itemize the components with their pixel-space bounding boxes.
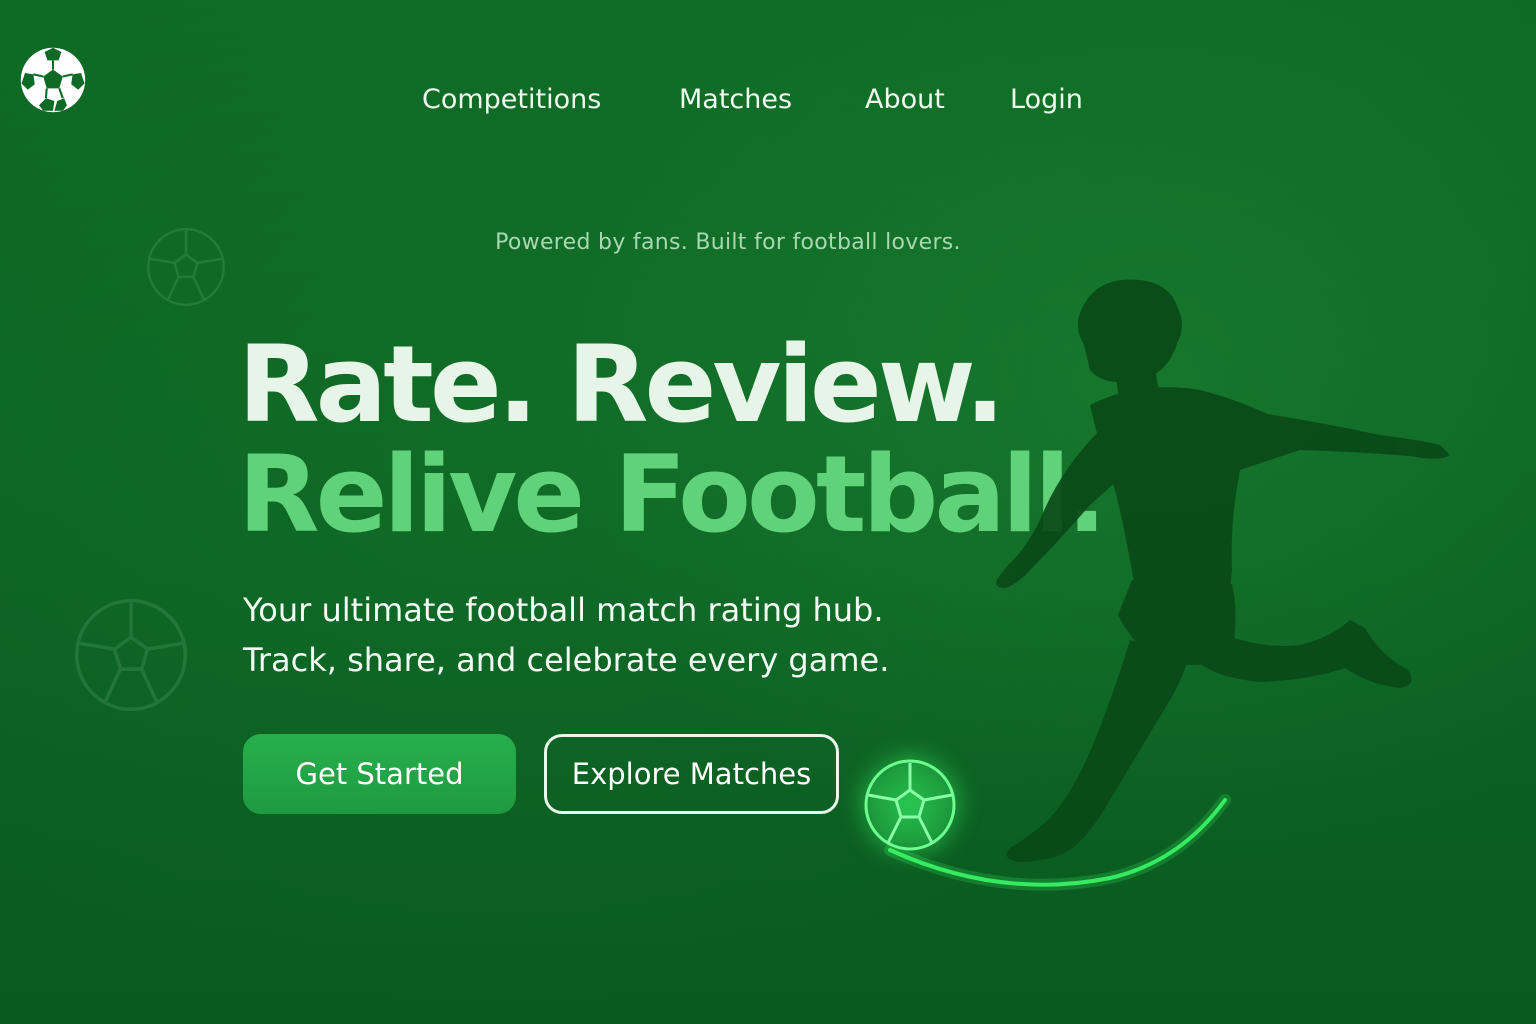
subtitle-line-1: Your ultimate football match rating hub. bbox=[243, 591, 884, 629]
hero-tagline: Powered by fans. Built for football love… bbox=[495, 230, 961, 255]
background-ball-icon bbox=[72, 596, 190, 714]
nav-link-login[interactable]: Login bbox=[1010, 84, 1083, 115]
hero-subtitle: Your ultimate football match rating hub.… bbox=[243, 585, 889, 685]
get-started-button[interactable]: Get Started bbox=[243, 734, 516, 814]
main-nav: Competitions Matches About Login bbox=[0, 84, 1536, 130]
nav-link-competitions[interactable]: Competitions bbox=[422, 84, 601, 115]
nav-link-matches[interactable]: Matches bbox=[679, 84, 792, 115]
nav-link-about[interactable]: About bbox=[865, 84, 945, 115]
explore-matches-button[interactable]: Explore Matches bbox=[544, 734, 839, 814]
glowing-soccer-ball-icon bbox=[860, 755, 960, 855]
subtitle-line-2: Track, share, and celebrate every game. bbox=[243, 641, 890, 679]
